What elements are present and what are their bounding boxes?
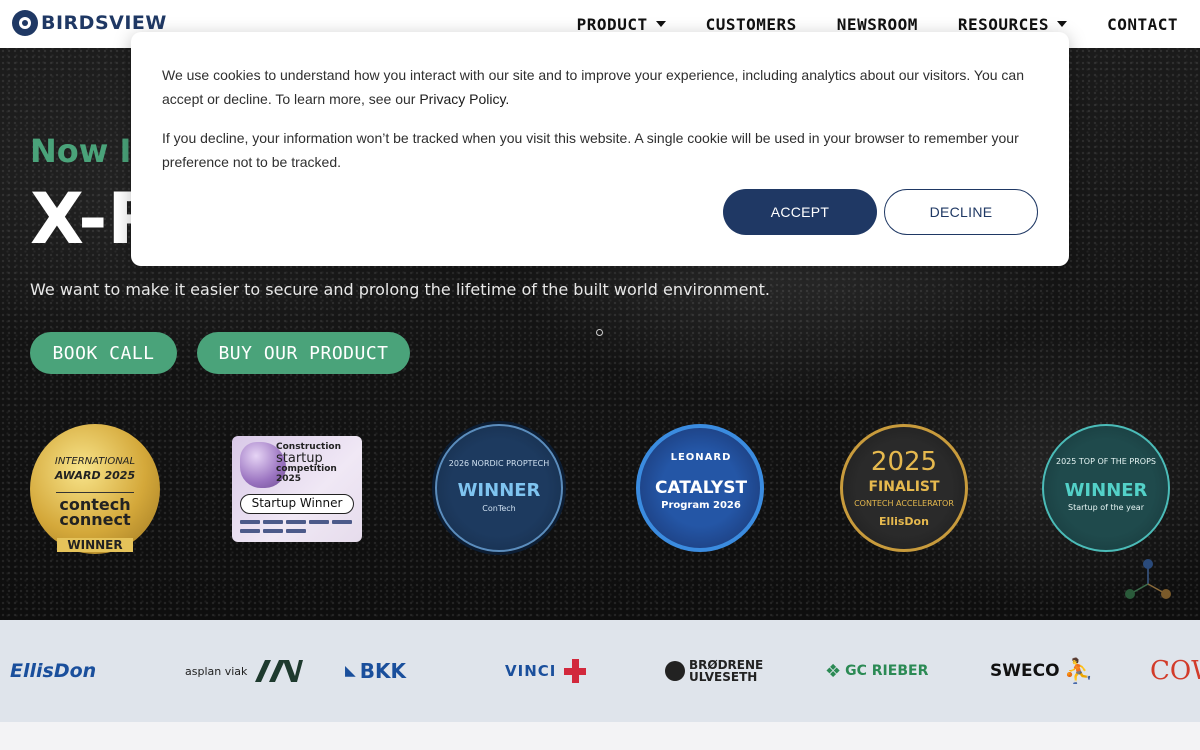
badge-brand: LEONARD	[670, 452, 732, 463]
gc-rieber-emblem-icon: ❖	[825, 660, 842, 682]
hero-subtitle: We want to make it easier to secure and …	[30, 280, 770, 299]
client-logo-label: GC RIEBER	[845, 663, 929, 679]
caret-down-icon	[1057, 21, 1068, 27]
badge-brand: contech connect	[59, 495, 131, 530]
nav-newsroom[interactable]: NEWSROOM	[837, 15, 918, 34]
3d-axis-gizmo-icon[interactable]	[1118, 556, 1178, 606]
startup-competition-badge: Construction startup competition 2025 St…	[232, 436, 362, 542]
badge-sub: Program 2026	[661, 500, 741, 511]
badge-main: FINALIST	[868, 479, 940, 495]
badge-brand: EllisDon	[879, 515, 929, 528]
bkk-wave-icon: ◣	[345, 663, 356, 679]
nordic-proptech-winner-badge: 2026 NORDIC PROPTECH WINNER ConTech	[435, 424, 563, 552]
decline-cookies-button[interactable]: DECLINE	[884, 189, 1038, 235]
logo-eye-icon	[12, 10, 38, 36]
brodrene-emblem-icon	[665, 661, 685, 681]
top-of-the-props-winner-badge: 2025 TOP OF THE PROPS WINNER Startup of …	[1042, 424, 1170, 552]
caret-down-icon	[655, 21, 666, 27]
nav-product-label: PRODUCT	[576, 14, 648, 34]
cookie-text-primary: We use cookies to understand how you int…	[162, 63, 1042, 111]
badge-sub: CONTECH ACCELERATOR	[854, 499, 954, 508]
nav-contact-label: CONTACT	[1107, 14, 1178, 34]
client-logo-label: BKK	[359, 659, 407, 683]
client-logo-ellisdon: EllisDon	[10, 660, 97, 682]
privacy-policy-link[interactable]: Privacy Policy.	[419, 91, 509, 107]
client-logo-cowi: COW	[1150, 656, 1200, 686]
nav-resources[interactable]: RESOURCES	[957, 14, 1068, 34]
client-logo-asplan-viak: asplan viak	[185, 656, 304, 686]
badge-line: 2025 TOP OF THE PROPS	[1056, 457, 1156, 466]
client-logo-label: asplan viak	[185, 664, 248, 678]
asplan-viak-mark-icon	[255, 660, 304, 682]
buy-product-button[interactable]: BUY OUR PRODUCT	[197, 332, 410, 374]
badge-pill: Startup Winner	[240, 494, 354, 514]
client-logo-brodrene-ulveseth: BRØDRENE ULVESETH	[665, 656, 764, 686]
vinci-cross-icon	[564, 659, 587, 683]
cookie-text: We use cookies to understand how you int…	[162, 67, 1025, 107]
client-logo-label: BRØDRENE ULVESETH	[689, 658, 764, 684]
cookie-text-secondary: If you decline, your information won’t b…	[162, 130, 1019, 170]
contech-connect-award-badge: INTERNATIONAL AWARD 2025 contech connect…	[30, 424, 160, 554]
badge-year: 2025	[870, 447, 938, 477]
client-logo-strip: EllisDon asplan viak ◣ BKK VINCI BRØDREN…	[0, 620, 1200, 722]
accept-cookies-button[interactable]: ACCEPT	[723, 189, 877, 235]
book-call-button[interactable]: BOOK CALL	[30, 332, 177, 374]
client-logo-bkk: ◣ BKK	[345, 656, 406, 686]
slider-dot[interactable]	[596, 329, 603, 336]
client-logo-sweco: SWECO ⛹	[990, 656, 1093, 686]
badge-ribbon: WINNER	[57, 538, 133, 552]
badge-sub: Startup of the year	[1067, 503, 1144, 512]
badge-line: INTERNATIONAL	[54, 456, 136, 467]
badge-main: WINNER	[1064, 480, 1148, 501]
badge-main: CATALYST	[654, 478, 748, 498]
cookie-consent-dialog: We use cookies to understand how you int…	[131, 32, 1069, 266]
client-logo-gc-rieber: ❖ GC RIEBER	[825, 656, 928, 686]
badge-divider	[56, 492, 134, 493]
nav-contact[interactable]: CONTACT	[1107, 15, 1178, 34]
client-logo-vinci: VINCI	[505, 656, 588, 686]
badge-line: competition 2025	[276, 464, 337, 484]
logo-text: BIRDSVIEW	[41, 12, 167, 34]
client-logo-label: VINCI	[505, 662, 557, 680]
badge-line: 2026 NORDIC PROPTECH	[448, 459, 550, 468]
badge-line: AWARD 2025	[54, 469, 136, 482]
nav-product[interactable]: PRODUCT	[577, 15, 666, 34]
badge-main: WINNER	[457, 480, 541, 501]
ellisdon-finalist-badge: 2025 FINALIST CONTECH ACCELERATOR EllisD…	[840, 424, 968, 552]
client-logo-label: SWECO	[990, 661, 1060, 681]
leonard-catalyst-badge: LEONARD CATALYST Program 2026	[636, 424, 764, 552]
sweco-figure-icon: ⛹	[1063, 657, 1094, 685]
nav-customers-label: CUSTOMERS	[705, 14, 797, 34]
next-section	[0, 722, 1200, 750]
nav-customers[interactable]: CUSTOMERS	[706, 15, 797, 34]
sponsor-logos	[240, 520, 354, 534]
nav-resources-label: RESOURCES	[957, 14, 1050, 34]
nav-newsroom-label: NEWSROOM	[836, 14, 918, 34]
badge-sub: ConTech	[482, 504, 516, 513]
